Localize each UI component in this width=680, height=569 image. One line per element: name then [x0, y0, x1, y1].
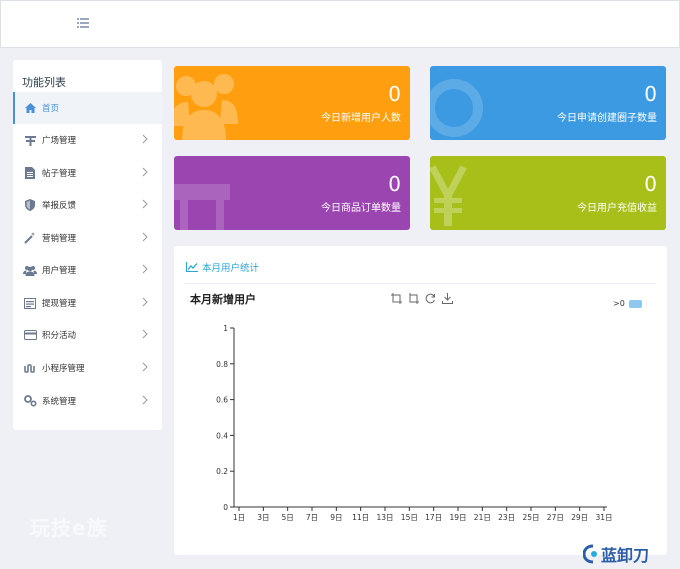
stat-card-new-users[interactable]: 0 今日新增用户人数 — [174, 66, 410, 140]
x-tick-label: 11日 — [352, 513, 369, 522]
x-tick-label: 17日 — [425, 513, 442, 522]
x-tick-label: 25日 — [522, 513, 539, 522]
chevron-right-icon — [140, 199, 150, 209]
sidebar-item-users[interactable]: 用户管理 — [13, 254, 162, 286]
sidebar-item-mini-program[interactable]: 小程序管理 — [13, 352, 162, 384]
x-tick-label: 29日 — [571, 513, 588, 522]
sidebar-item-label: 积分活动 — [42, 331, 77, 341]
x-tick-label: 19日 — [449, 513, 466, 522]
users-icon — [23, 263, 37, 277]
sidebar: 功能列表 首页 广场管理 帖子管理 举报反馈 营销管理 用户管理 提现管理 积分… — [13, 60, 162, 430]
sidebar-item-posts[interactable]: 帖子管理 — [13, 157, 162, 189]
home-icon — [23, 101, 37, 115]
sidebar-item-marketing[interactable]: 营销管理 — [13, 222, 162, 254]
y-tick-label: 0.8 — [216, 360, 228, 369]
link-icon — [23, 361, 37, 375]
stat-label: 今日申请创建圈子数量 — [557, 113, 657, 124]
top-bar — [0, 0, 680, 48]
x-tick-label: 27日 — [547, 513, 564, 522]
sidebar-item-label: 小程序管理 — [42, 364, 85, 374]
chevron-right-icon — [140, 362, 150, 372]
stat-value: 0 — [644, 172, 657, 196]
x-tick-label: 13日 — [376, 513, 393, 522]
sidebar-item-label: 系统管理 — [42, 397, 77, 407]
stat-card-recharge[interactable]: 0 今日用户充值收益 — [430, 156, 666, 230]
logo-icon — [583, 544, 597, 564]
gears-icon — [23, 394, 37, 408]
file-icon — [23, 166, 37, 180]
stat-card-orders[interactable]: 0 今日商品订单数量 — [174, 156, 410, 230]
chart-plot: 00.20.40.60.811日 3日 5日 7日 9日 11日 13日 15日 17日 19日 2… — [216, 324, 612, 522]
sidebar-item-home[interactable]: 首页 — [13, 92, 162, 124]
y-tick-label: 1 — [223, 324, 228, 333]
watermark-logo: 蓝卸刀 — [583, 542, 649, 566]
stat-label: 今日用户充值收益 — [577, 203, 657, 214]
stat-value: 0 — [388, 172, 401, 196]
chevron-right-icon — [140, 264, 150, 274]
users-icon — [174, 66, 254, 140]
x-tick-label: 3日 — [257, 513, 269, 522]
x-tick-label: 15日 — [401, 513, 418, 522]
x-tick-label: 7日 — [306, 513, 318, 522]
sidebar-item-label: 用户管理 — [42, 266, 77, 276]
x-tick-label: 21日 — [474, 513, 491, 522]
sidebar-item-system[interactable]: 系统管理 — [13, 385, 162, 417]
chevron-right-icon — [140, 134, 150, 144]
watermark-text: 玩技e族 — [30, 516, 108, 540]
sidebar-title: 功能列表 — [22, 76, 66, 89]
sidebar-item-label: 营销管理 — [42, 234, 77, 244]
y-tick-label: 0.4 — [216, 431, 228, 440]
chevron-right-icon — [140, 232, 150, 242]
withdraw-icon — [23, 296, 37, 310]
chevron-right-icon — [140, 167, 150, 177]
list-icon[interactable] — [77, 18, 89, 28]
credit-card-icon — [23, 328, 37, 342]
sidebar-item-reports[interactable]: 举报反馈 — [13, 189, 162, 221]
x-tick-label: 23日 — [498, 513, 515, 522]
chart-panel: 本月用户统计 本月新增用户 >0 0 0.2 0.4 0.6 0.8 1 1日 3日 5日 7日 9… — [174, 246, 667, 555]
plaza-icon — [23, 133, 37, 147]
stat-label: 今日商品订单数量 — [321, 203, 401, 214]
sidebar-item-label: 首页 — [42, 104, 60, 114]
circle-icon — [430, 66, 500, 140]
x-tick-label: 5日 — [282, 513, 294, 522]
chevron-right-icon — [140, 329, 150, 339]
sidebar-item-label: 广场管理 — [42, 136, 77, 146]
stat-value: 0 — [644, 82, 657, 106]
shield-icon — [23, 198, 37, 212]
sidebar-item-points[interactable]: 积分活动 — [13, 319, 162, 351]
sidebar-item-label: 举报反馈 — [42, 201, 77, 211]
chevron-right-icon — [140, 395, 150, 405]
sidebar-item-label: 帖子管理 — [42, 169, 77, 179]
y-tick-label: 0 — [223, 503, 228, 512]
y-tick-label: 0.2 — [216, 467, 228, 476]
logo-text: 蓝卸刀 — [601, 546, 650, 565]
sofa-icon — [174, 156, 244, 230]
sidebar-item-withdraw[interactable]: 提现管理 — [13, 287, 162, 319]
chevron-right-icon — [140, 297, 150, 307]
yen-icon — [430, 156, 480, 230]
stat-card-new-circles[interactable]: 0 今日申请创建圈子数量 — [430, 66, 666, 140]
sidebar-item-label: 提现管理 — [42, 299, 77, 309]
x-tick-label: 9日 — [330, 513, 342, 522]
y-tick-label: 0.6 — [216, 396, 228, 405]
magic-wand-icon — [23, 231, 37, 245]
stat-value: 0 — [388, 82, 401, 106]
x-tick-label: 31日 — [595, 513, 612, 522]
stat-label: 今日新增用户人数 — [321, 113, 401, 124]
x-tick-label: 1日 — [233, 513, 245, 522]
sidebar-item-plaza[interactable]: 广场管理 — [13, 124, 162, 156]
